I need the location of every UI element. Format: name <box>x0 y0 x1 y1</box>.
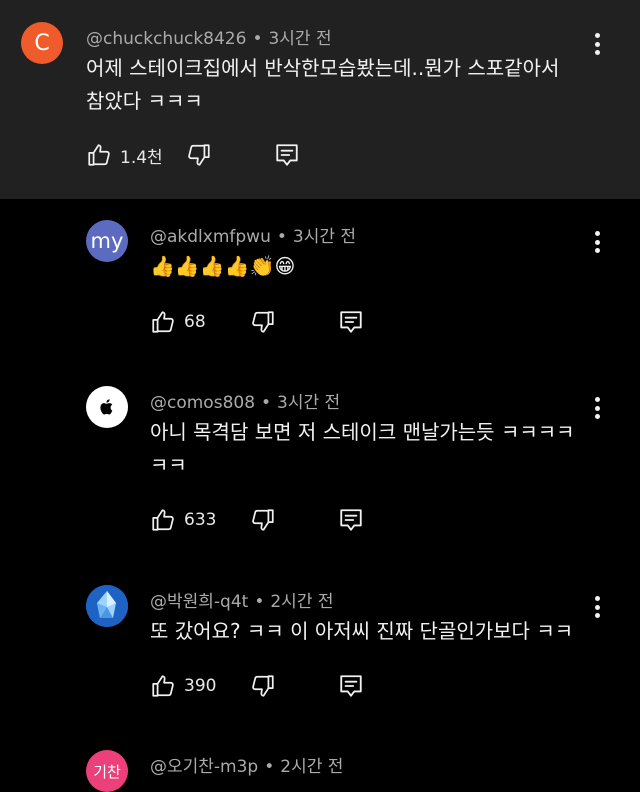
comment-text: 어제 스테이크집에서 반삭한모습봤는데..뭔가 스포같아서 참았다 ㅋㅋㅋ <box>86 56 560 113</box>
timestamp: 3시간 전 <box>292 227 357 247</box>
comment-meta: @오기찬-m3p • 2시간 전 <box>150 757 344 777</box>
username[interactable]: @comos808 <box>150 393 255 413</box>
thumbs-down-icon <box>252 675 274 697</box>
reply-icon <box>340 675 362 697</box>
comment-text: 👍👍👍👍👏😁 <box>150 254 296 278</box>
more-menu-button[interactable] <box>585 593 609 621</box>
timestamp: 3시간 전 <box>277 393 341 413</box>
avatar[interactable] <box>86 585 128 627</box>
comment-text: 아니 목격담 보면 저 스테이크 맨날가는듯 ㅋㅋㅋㅋ ㅋㅋ <box>150 420 575 477</box>
like-count: 68 <box>184 312 206 332</box>
thumbs-down-icon <box>252 509 274 531</box>
comment-text: 또 갔어요? ㅋㅋ 이 아저씨 진짜 단골인가보다 ㅋㅋ <box>150 619 574 643</box>
username[interactable]: @오기찬-m3p <box>150 757 258 777</box>
apple-logo-icon <box>100 399 113 415</box>
username[interactable]: @chuckchuck8426 <box>86 29 246 49</box>
comment-actions: 633 <box>150 507 410 537</box>
thumbs-up-icon <box>152 675 174 697</box>
like-button[interactable]: 68 <box>150 309 206 335</box>
avatar[interactable] <box>86 386 128 428</box>
reply-icon <box>340 509 362 531</box>
crystal-image-icon <box>86 585 128 627</box>
avatar[interactable]: 기찬 <box>86 750 128 792</box>
comment-actions: 1.4천 <box>86 142 406 172</box>
reply-icon <box>276 144 298 166</box>
thumbs-up-icon <box>152 311 174 333</box>
like-count: 1.4천 <box>120 147 163 168</box>
more-menu-button[interactable] <box>585 394 609 422</box>
reply-icon <box>340 311 362 333</box>
reply-button[interactable] <box>338 673 364 699</box>
timestamp: 2시간 전 <box>280 757 344 777</box>
avatar-initial: C <box>34 30 50 56</box>
like-button[interactable]: 633 <box>150 507 216 533</box>
dislike-button[interactable] <box>250 673 276 699</box>
avatar-initial: my <box>90 229 124 253</box>
reply-button[interactable] <box>338 507 364 533</box>
avatar[interactable]: my <box>86 220 128 262</box>
reply-button[interactable] <box>338 309 364 335</box>
timestamp: 2시간 전 <box>270 592 334 612</box>
timestamp: 3시간 전 <box>268 29 332 49</box>
comment-actions: 68 <box>150 309 410 339</box>
dislike-button[interactable] <box>250 309 276 335</box>
dislike-button[interactable] <box>186 142 212 168</box>
like-button[interactable]: 1.4천 <box>86 142 163 168</box>
avatar-initial: 기찬 <box>93 762 121 781</box>
dislike-button[interactable] <box>250 507 276 533</box>
thumbs-down-icon <box>252 311 274 333</box>
like-button[interactable]: 390 <box>150 673 216 699</box>
thumbs-down-icon <box>188 144 210 166</box>
comment-meta: @akdlxmfpwu • 3시간 전 <box>150 227 357 247</box>
avatar[interactable]: C <box>21 22 63 64</box>
more-menu-button[interactable] <box>585 30 609 58</box>
like-count: 633 <box>184 510 217 530</box>
more-menu-button[interactable] <box>585 228 609 256</box>
comment-actions: 390 <box>150 673 410 703</box>
username[interactable]: @박원희-q4t <box>150 592 248 612</box>
username[interactable]: @akdlxmfpwu <box>150 227 271 247</box>
thumbs-up-icon <box>152 509 174 531</box>
reply-button[interactable] <box>274 142 300 168</box>
thumbs-up-icon <box>88 144 110 166</box>
like-count: 390 <box>184 676 217 696</box>
comment-meta: @박원희-q4t • 2시간 전 <box>150 592 334 612</box>
comment-meta: @chuckchuck8426 • 3시간 전 <box>86 29 332 49</box>
comment-meta: @comos808 • 3시간 전 <box>150 393 341 413</box>
